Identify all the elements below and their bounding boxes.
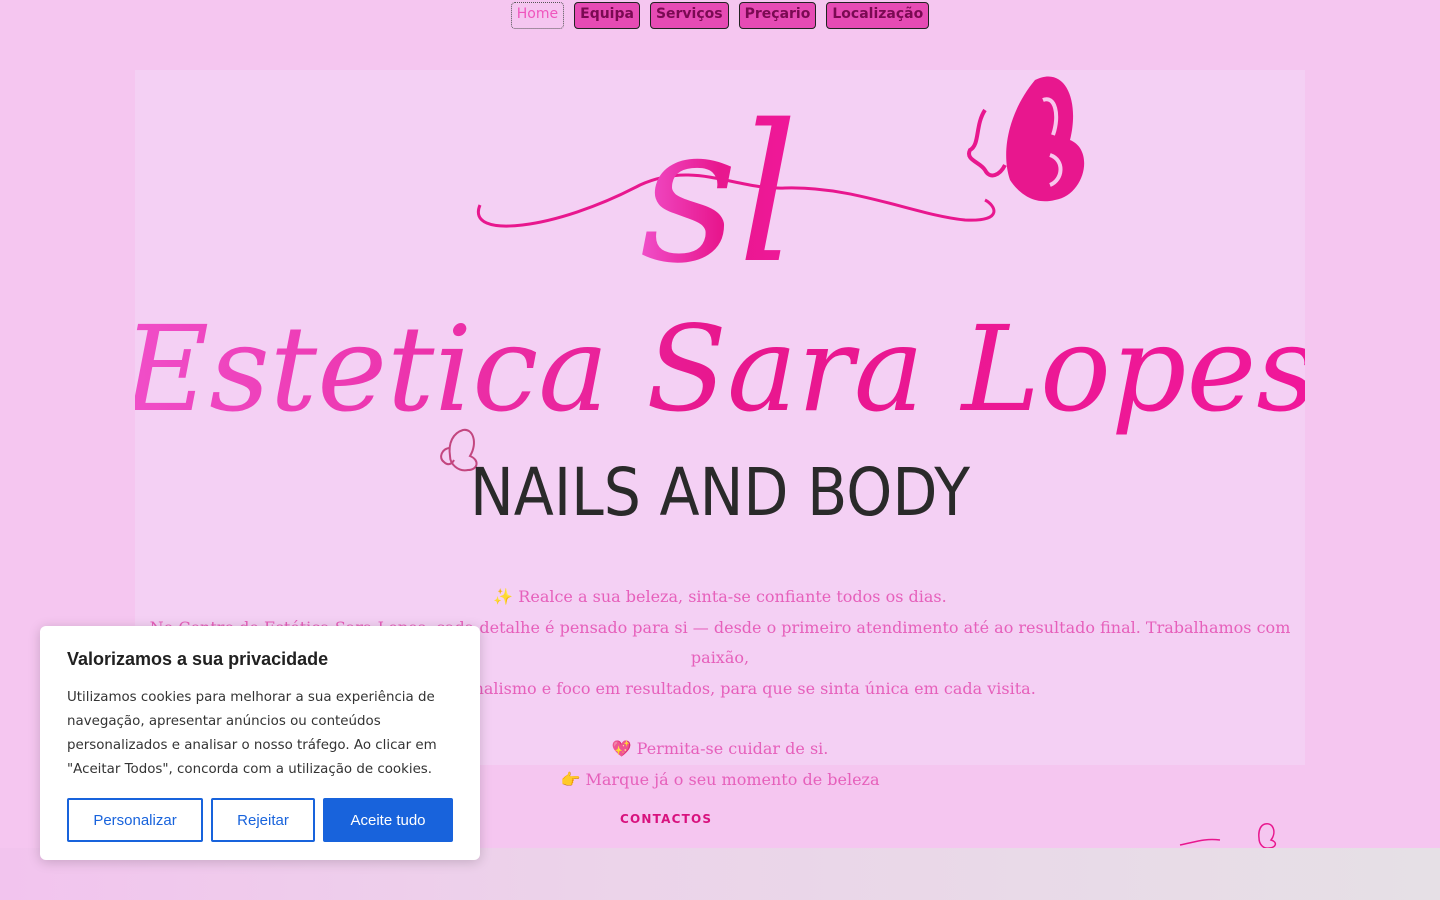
cookie-title: Valorizamos a sua privacidade bbox=[67, 649, 329, 669]
nav-servicos[interactable]: Serviços bbox=[649, 2, 729, 29]
nav-precario[interactable]: Preçario bbox=[738, 2, 817, 29]
accept-all-button[interactable]: Aceite tudo bbox=[323, 798, 453, 842]
hero-line-1: ✨ Realce a sua beleza, sinta-se confiant… bbox=[493, 587, 947, 606]
cookie-consent-banner: Valorizamos a sua privacidade Utilizamos… bbox=[40, 626, 480, 860]
butterfly-icon bbox=[967, 76, 1085, 202]
logo-monogram: sl bbox=[640, 84, 798, 305]
brand-logo: sl Estetica Sara Lopes NAILS AND BODY bbox=[135, 76, 1305, 531]
logo-tagline: NAILS AND BODY bbox=[470, 454, 971, 531]
reject-button[interactable]: Rejeitar bbox=[211, 798, 315, 842]
cookie-text: Utilizamos cookies para melhorar a sua e… bbox=[67, 690, 437, 777]
nav-localizacao[interactable]: Localização bbox=[826, 2, 930, 29]
butterfly-icon bbox=[1258, 823, 1277, 849]
nav-home[interactable]: Home bbox=[510, 2, 565, 29]
contacts-heading: CONTACTOS bbox=[620, 812, 713, 826]
footer-logo bbox=[1179, 823, 1277, 849]
cookie-buttons: Personalizar Rejeitar Aceite tudo bbox=[67, 798, 453, 842]
heart-icon: 💖 bbox=[611, 739, 632, 758]
customize-button[interactable]: Personalizar bbox=[67, 798, 203, 842]
pointing-hand-icon: 👉 bbox=[560, 769, 581, 789]
logo-name: Estetica Sara Lopes bbox=[135, 300, 1305, 438]
main-nav: Home Equipa Serviços Preçario Localizaçã… bbox=[0, 2, 1440, 29]
nav-equipa[interactable]: Equipa bbox=[574, 2, 640, 29]
sparkles-icon: ✨ bbox=[493, 587, 514, 606]
